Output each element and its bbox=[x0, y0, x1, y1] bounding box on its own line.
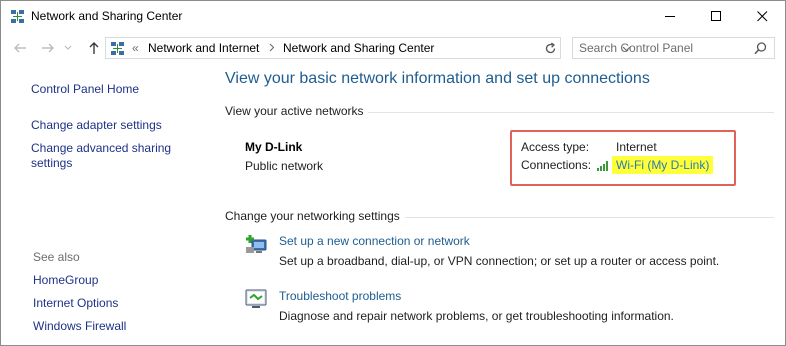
wifi-connection-link[interactable]: Wi-Fi (My D-Link) bbox=[612, 156, 714, 174]
title-bar[interactable]: Network and Sharing Center bbox=[1, 1, 785, 31]
divider bbox=[368, 112, 774, 113]
chevron-down-icon bbox=[64, 45, 72, 50]
refresh-icon bbox=[545, 41, 555, 53]
network-category: Public network bbox=[245, 159, 324, 173]
maximize-button[interactable] bbox=[693, 1, 739, 31]
chevron-right-icon[interactable] bbox=[269, 43, 275, 52]
minimize-button[interactable] bbox=[647, 1, 693, 31]
internet-options-link[interactable]: Internet Options bbox=[33, 296, 118, 310]
breadcrumb-network-and-internet[interactable]: Network and Internet bbox=[148, 41, 259, 55]
change-adapter-settings-link[interactable]: Change adapter settings bbox=[31, 118, 162, 132]
network-name: My D-Link bbox=[245, 140, 303, 154]
troubleshoot-icon bbox=[245, 289, 267, 308]
see-also-heading: See also bbox=[33, 250, 80, 264]
close-button[interactable] bbox=[739, 1, 785, 31]
setup-new-connection-description: Set up a broadband, dial-up, or VPN conn… bbox=[279, 254, 720, 268]
search-box[interactable] bbox=[572, 37, 775, 59]
change-advanced-sharing-link-line2[interactable]: settings bbox=[31, 156, 72, 170]
refresh-button[interactable] bbox=[539, 38, 561, 58]
connections-label: Connections: bbox=[521, 158, 592, 172]
access-type-value: Internet bbox=[616, 140, 657, 154]
breadcrumb-network-and-sharing-center[interactable]: Network and Sharing Center bbox=[283, 41, 434, 55]
active-networks-heading: View your active networks bbox=[225, 104, 364, 118]
network-center-icon bbox=[111, 42, 124, 55]
windows-firewall-link[interactable]: Windows Firewall bbox=[33, 319, 126, 333]
maximize-icon bbox=[710, 10, 721, 21]
control-panel-home-link[interactable]: Control Panel Home bbox=[31, 82, 139, 96]
close-icon bbox=[756, 10, 767, 21]
back-arrow-icon bbox=[14, 43, 26, 53]
forward-button[interactable] bbox=[39, 40, 57, 56]
troubleshoot-problems-link[interactable]: Troubleshoot problems bbox=[279, 289, 401, 303]
address-bar[interactable]: « Network and Internet Network and Shari… bbox=[105, 37, 631, 59]
up-arrow-icon bbox=[89, 42, 99, 54]
breadcrumb-overflow[interactable]: « bbox=[132, 41, 139, 55]
search-input[interactable] bbox=[579, 40, 749, 56]
forward-arrow-icon bbox=[42, 43, 54, 53]
homegroup-link[interactable]: HomeGroup bbox=[33, 273, 98, 287]
minimize-icon bbox=[664, 15, 675, 17]
divider bbox=[405, 217, 774, 218]
page-title: View your basic network information and … bbox=[225, 70, 650, 87]
window-title: Network and Sharing Center bbox=[31, 9, 183, 23]
new-connection-icon bbox=[246, 235, 267, 253]
wifi-signal-icon bbox=[597, 161, 608, 171]
troubleshoot-problems-description: Diagnose and repair network problems, or… bbox=[279, 309, 674, 323]
access-type-label: Access type: bbox=[521, 140, 590, 154]
back-button[interactable] bbox=[11, 40, 29, 56]
search-icon[interactable] bbox=[754, 42, 767, 55]
window: Network and Sharing Center « Network and… bbox=[0, 0, 786, 346]
up-button[interactable] bbox=[85, 40, 103, 56]
change-advanced-sharing-link[interactable]: Change advanced sharing bbox=[31, 141, 171, 155]
network-center-icon bbox=[11, 10, 24, 23]
setup-new-connection-link[interactable]: Set up a new connection or network bbox=[279, 234, 470, 248]
change-settings-heading: Change your networking settings bbox=[225, 209, 400, 223]
recent-locations-button[interactable] bbox=[63, 40, 73, 56]
